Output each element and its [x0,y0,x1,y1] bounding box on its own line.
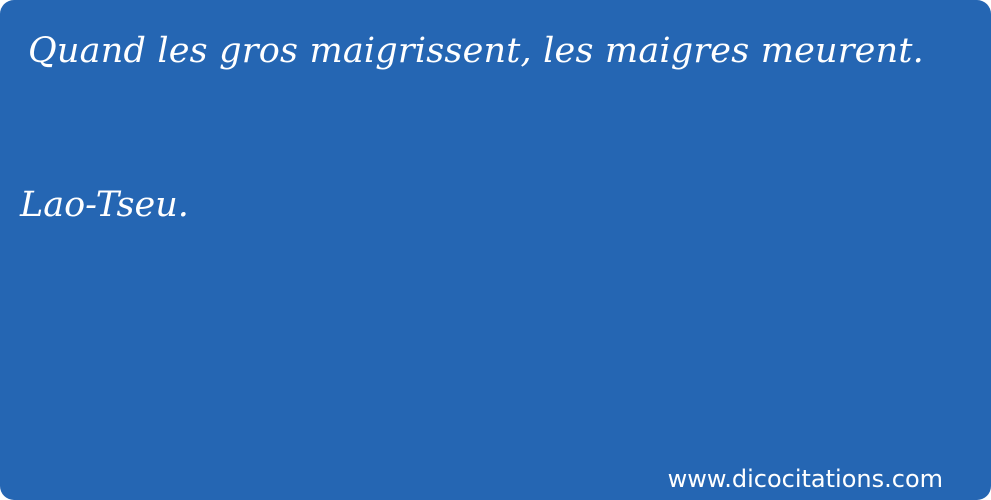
quote-text: Quand les gros maigrissent, les maigres … [28,31,924,71]
site-watermark: www.dicocitations.com [667,465,943,494]
quote-author: Lao-Tseu. [20,185,189,225]
quote-card: Quand les gros maigrissent, les maigres … [0,0,991,500]
